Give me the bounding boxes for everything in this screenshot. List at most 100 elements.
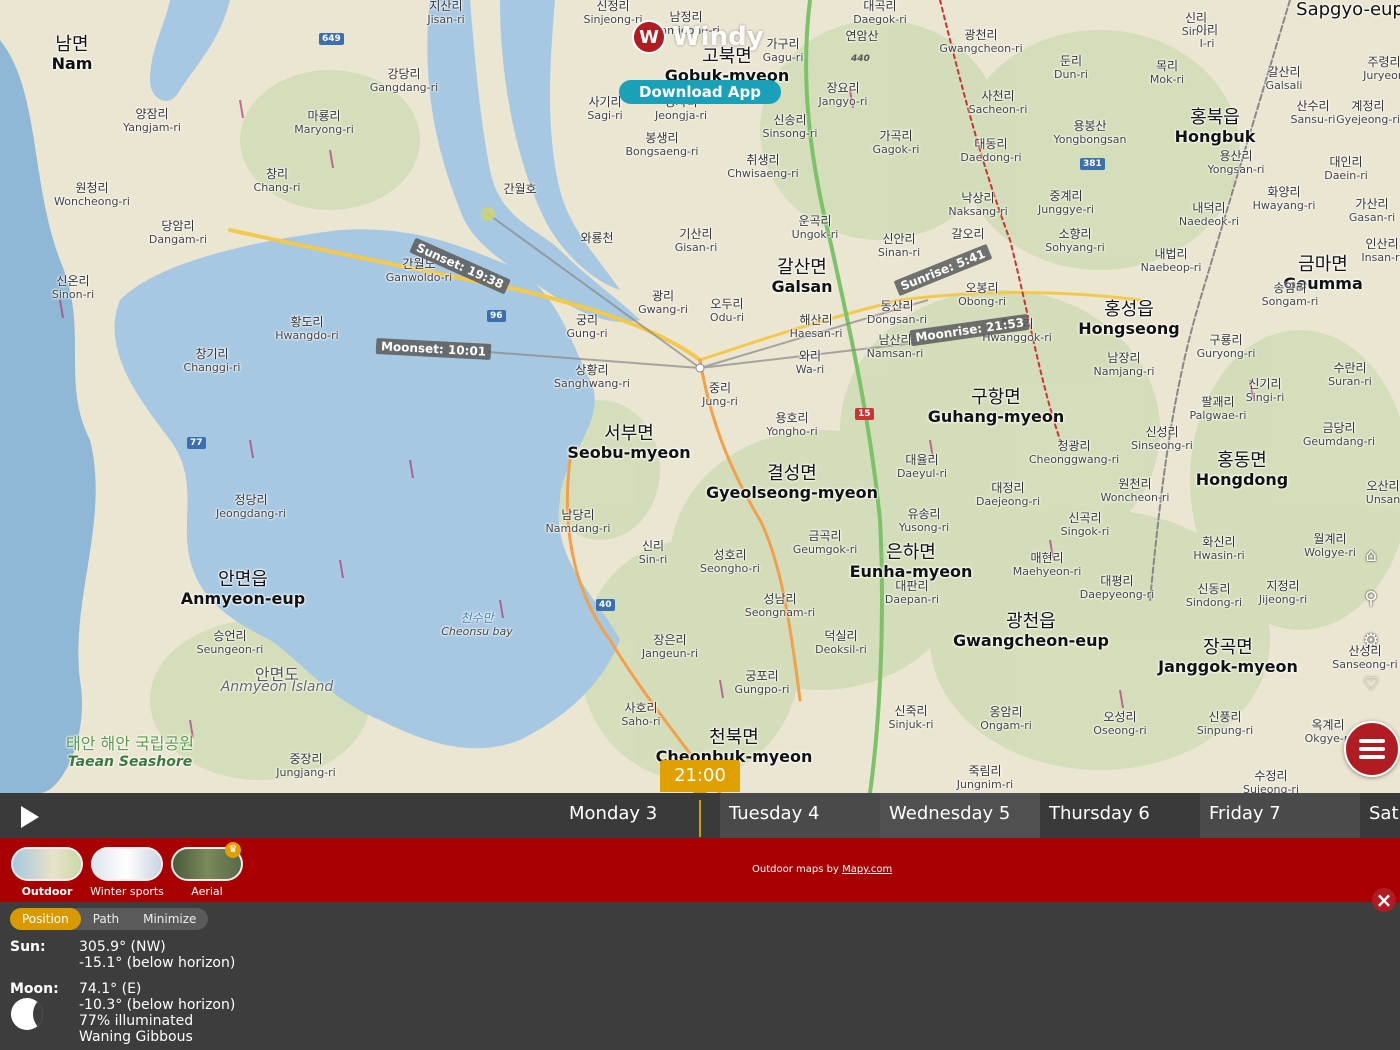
place-name-korean: 이리 <box>1195 23 1219 37</box>
place-name-korean: 해산리 <box>799 313 833 327</box>
place-label: 가곡리 Gagok-ri <box>873 130 920 157</box>
place-name-romanized: Daepan-ri <box>884 593 940 606</box>
place-name-romanized: Jung-ri <box>702 395 738 408</box>
place-name-korean: 지산리 <box>429 0 463 13</box>
place-label: 은하면 Eunha-myeon <box>850 543 973 581</box>
layer-label: Aerial <box>191 885 223 898</box>
day-monday[interactable]: Monday 3 <box>560 793 720 838</box>
layer-aerial[interactable]: Aerial ♛ <box>169 842 245 898</box>
place-label: 대동리 Daedong-ri <box>960 138 1022 165</box>
place-label: 용산리 Yongsan-ri <box>1208 150 1265 177</box>
settings-icon[interactable]: ⚙ <box>1360 630 1382 652</box>
place-name-korean: 장은리 <box>653 633 687 647</box>
menu-button[interactable] <box>1344 721 1400 777</box>
place-label: 남장리 Namjang-ri <box>1094 352 1155 379</box>
attribution-link[interactable]: Mapy.com <box>842 864 892 875</box>
place-name-korean: 송암리 <box>1273 281 1307 295</box>
place-name-korean: 화신리 <box>1202 535 1236 549</box>
brand-name: Windy <box>672 22 764 52</box>
place-name-korean: 광천읍 <box>1006 611 1056 632</box>
home-icon[interactable]: ⌂ <box>1360 545 1382 567</box>
place-name-korean: 원청리 <box>75 181 109 195</box>
place-label: 와리 Wa-ri <box>796 350 824 377</box>
place-name-romanized: Cheonggwang-ri <box>1028 453 1120 466</box>
place-label: 낙상리 Naksang-ri <box>948 192 1008 219</box>
moon-azimuth: 74.1° (E) <box>79 981 142 997</box>
place-name-romanized: Chwisaeng-ri <box>727 167 799 180</box>
place-name-romanized: Nam <box>51 54 93 73</box>
windy-logo[interactable]: W Windy <box>632 20 764 54</box>
place-label: 대정리 Daejeong-ri <box>976 482 1040 509</box>
place-name-romanized: Anmyeon Island <box>220 679 334 695</box>
place-name-korean: 강당리 <box>387 67 421 81</box>
place-name-korean: 와룡천 <box>580 231 614 245</box>
place-name-romanized: Naedeok-ri <box>1178 215 1240 228</box>
place-name-korean: 궁리 <box>575 313 599 327</box>
place-name-korean: 신송리 <box>773 113 807 127</box>
place-name-romanized: Unsan <box>1365 493 1400 506</box>
place-name-romanized: Ongam-ri <box>980 719 1032 732</box>
place-name-korean: 천수만 <box>460 611 494 625</box>
place-name-korean: 갈산면 <box>777 257 827 278</box>
timeline-cursor[interactable]: 21:00 <box>660 760 740 792</box>
place-label: 양잠리 Yangjam-ri <box>123 108 181 135</box>
place-name-korean: 안면읍 <box>218 569 268 590</box>
road-shield: 77 <box>187 437 206 449</box>
tab-path[interactable]: Path <box>81 908 131 930</box>
place-name-korean: 황도리 <box>290 315 324 329</box>
place-name-romanized: Seongho-ri <box>700 562 760 575</box>
place-name-romanized: Gangdang-ri <box>369 81 439 94</box>
place-label: 화양리 Hwayang-ri <box>1253 186 1316 213</box>
tab-minimize[interactable]: Minimize <box>131 908 208 930</box>
map-view[interactable]: 649 381 96 15 77 40 440 남면 Nam 지산리 Jisan-ri… <box>0 0 1400 793</box>
download-app-button[interactable]: Download App <box>619 80 781 104</box>
place-name-romanized: Seobu-myeon <box>567 443 691 462</box>
place-name-romanized: Daedong-ri <box>960 151 1022 164</box>
day-tuesday[interactable]: Tuesday 4 <box>720 793 880 838</box>
layer-outdoor[interactable]: Outdoor <box>9 847 85 898</box>
place-name-korean: 수란리 <box>1333 361 1367 375</box>
place-name-romanized: Yusong-ri <box>898 521 950 534</box>
place-name-romanized: Jeongdang-ri <box>216 507 286 520</box>
windy-logo-icon: W <box>632 20 666 54</box>
search-icon[interactable]: ⚲ <box>1360 588 1382 610</box>
place-name-korean: 성남리 <box>763 592 797 606</box>
place-label: 지정리 Jijeong-ri <box>1259 580 1307 607</box>
place-name-romanized: Obong-ri <box>958 295 1006 308</box>
moon-phase: Waning Gibbous <box>79 1029 193 1045</box>
layer-winter-sports[interactable]: Winter sports <box>89 847 165 898</box>
day-wednesday[interactable]: Wednesday 5 <box>880 793 1040 838</box>
place-name-korean: 유송리 <box>907 507 941 521</box>
place-name-korean: 덕실리 <box>824 629 858 643</box>
place-label: 소향리 Sohyang-ri <box>1045 228 1104 255</box>
day-thursday[interactable]: Thursday 6 <box>1040 793 1200 838</box>
place-name-korean: 신리 <box>641 539 665 553</box>
day-saturday[interactable]: Sat <box>1360 793 1400 838</box>
place-name-korean: 홍동면 <box>1217 450 1267 471</box>
place-label: 내법리 Naebeop-ri <box>1141 248 1202 275</box>
place-name-romanized: Hongbuk <box>1174 127 1256 146</box>
place-name-korean: 갈오리 <box>951 227 985 241</box>
place-name-korean: 당암리 <box>161 219 195 233</box>
place-name-korean: 천북면 <box>709 727 759 748</box>
place-name-romanized: Namdang-ri <box>545 522 611 535</box>
place-name-romanized: Gasan-ri <box>1348 211 1396 224</box>
place-name-romanized: Mok-ri <box>1149 73 1185 86</box>
place-name-romanized: Geumdang-ri <box>1302 435 1376 448</box>
place-name-romanized: Sinsong-ri <box>762 127 818 140</box>
place-name-korean: 옹암리 <box>989 705 1023 719</box>
play-icon[interactable] <box>14 802 44 832</box>
heart-icon[interactable]: ♡ <box>1360 674 1382 696</box>
day-friday[interactable]: Friday 7 <box>1200 793 1360 838</box>
place-label: 송암리 Songam-ri <box>1262 281 1319 309</box>
close-icon[interactable]: × <box>1372 888 1396 912</box>
place-name-romanized: Naksang-ri <box>948 205 1008 218</box>
place-name-korean: 장요리 <box>826 81 860 95</box>
place-label: 안면읍 Anmyeon-eup <box>181 570 305 608</box>
place-label: 태안 해안 국립공원 Taean Seashore <box>66 732 194 769</box>
road-shield: 15 <box>855 408 874 420</box>
place-name-korean: 옥계리 <box>1311 718 1345 732</box>
tab-position[interactable]: Position <box>10 908 81 930</box>
place-label: 중리 Jung-ri <box>702 382 738 409</box>
place-label: 황도리 Hwangdo-ri <box>275 315 338 343</box>
